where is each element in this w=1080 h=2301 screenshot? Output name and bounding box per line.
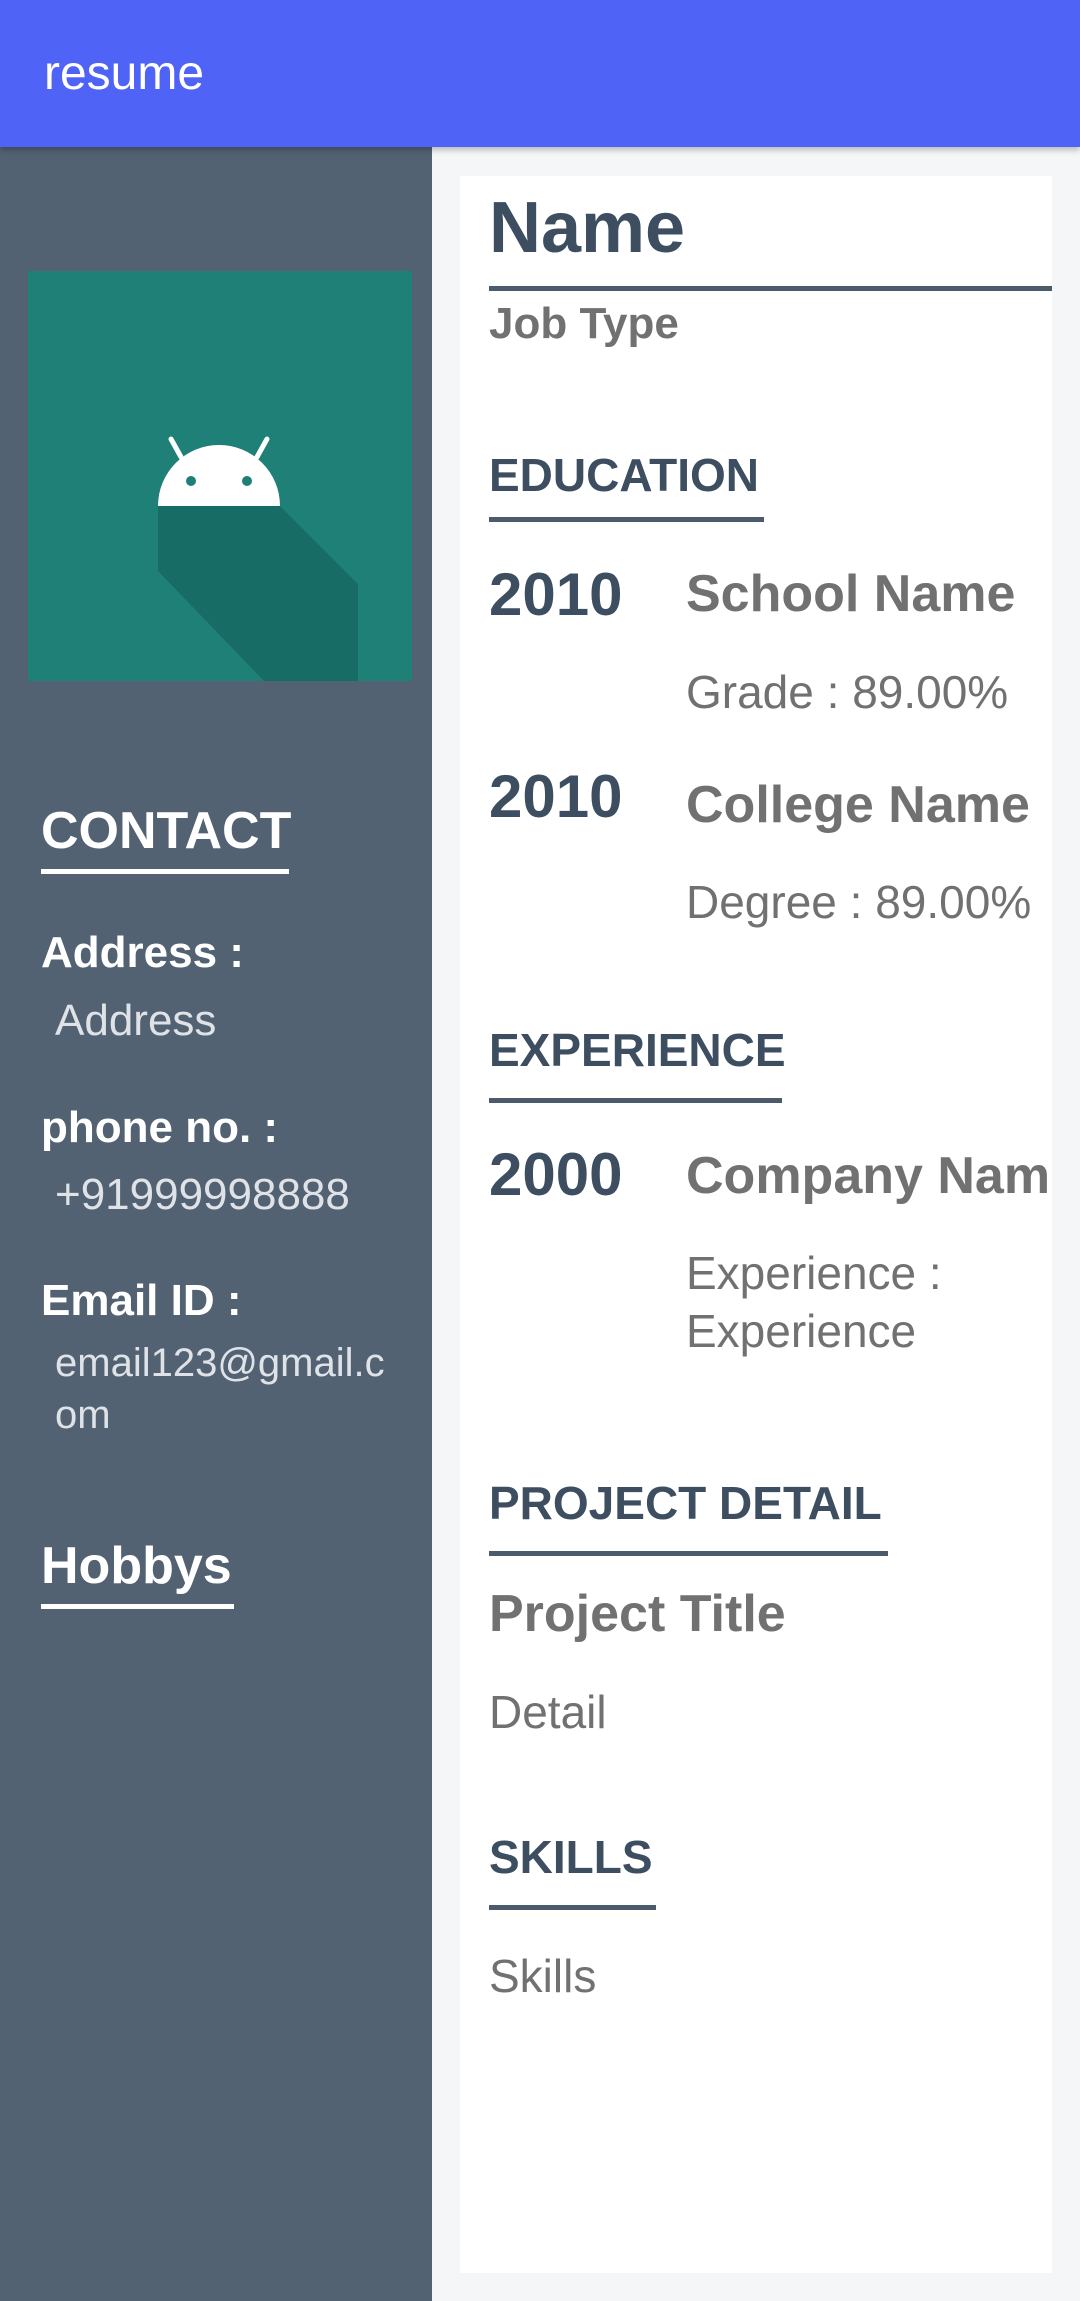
phone-value: +91999998888 [55, 1170, 350, 1219]
education-title: School Name [686, 565, 1016, 623]
contact-heading-underline [41, 869, 289, 874]
profile-photo[interactable] [28, 271, 412, 681]
experience-title: Company Name [686, 1147, 1052, 1205]
sidebar: CONTACT Address : Address phone no. : +9… [0, 147, 432, 2301]
education-year: 2010 [489, 763, 623, 830]
education-heading: EDUCATION [489, 449, 760, 501]
skills-heading-underline [489, 1905, 656, 1910]
project-heading: PROJECT DETAIL [489, 1477, 882, 1529]
android-logo-icon [158, 436, 358, 681]
education-detail: Degree : 89.00% [686, 876, 1032, 928]
education-title: College Name [686, 776, 1030, 834]
phone-label: phone no. : [41, 1103, 279, 1152]
name-underline [489, 286, 1052, 291]
hobbies-heading-underline [41, 1604, 234, 1609]
education-heading-underline [489, 517, 764, 522]
experience-heading: EXPERIENCE [489, 1024, 786, 1076]
contact-heading: CONTACT [41, 802, 292, 860]
address-value: Address [55, 996, 217, 1045]
experience-year: 2000 [489, 1141, 623, 1208]
education-detail: Grade : 89.00% [686, 666, 1009, 718]
app-title: resume [44, 47, 205, 100]
resume-name: Name [489, 188, 686, 268]
skills-heading: SKILLS [489, 1831, 653, 1883]
experience-heading-underline [489, 1098, 782, 1103]
email-value: email123@gmail.com [55, 1341, 385, 1437]
resume-card: Name Job Type EDUCATION 2010 School Name… [460, 176, 1052, 2273]
experience-detail: Experience : Experience [686, 1247, 942, 1357]
hobbies-heading: Hobbys [41, 1537, 232, 1595]
education-year: 2010 [489, 561, 623, 628]
app-bar: resume [0, 0, 1080, 147]
project-detail: Detail [489, 1686, 607, 1738]
email-label: Email ID : [41, 1276, 242, 1325]
project-title: Project Title [489, 1585, 786, 1643]
address-label: Address : [41, 928, 244, 977]
skills-value: Skills [489, 1950, 597, 2002]
project-heading-underline [489, 1551, 888, 1556]
job-type: Job Type [489, 299, 679, 348]
